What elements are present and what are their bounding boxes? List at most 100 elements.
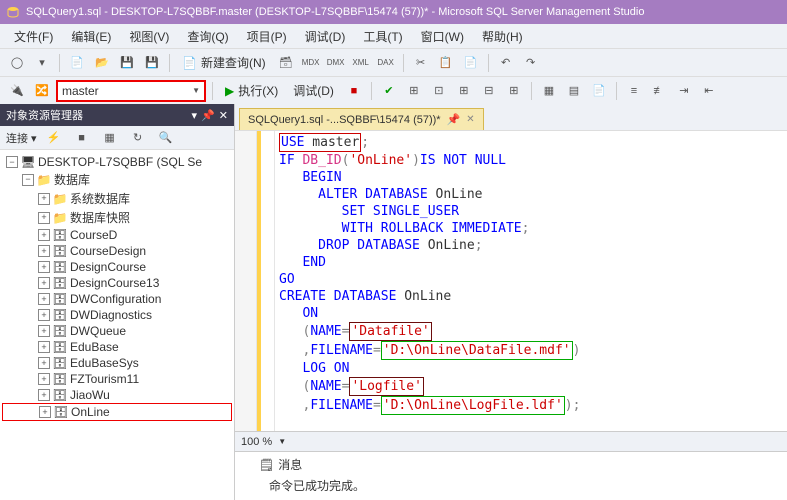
save-all-button[interactable]: 💾 (141, 52, 163, 74)
menu-project[interactable]: 项目(P) (239, 25, 295, 48)
menu-query[interactable]: 查询(Q) (179, 25, 236, 48)
results-file-icon[interactable]: 📄 (588, 80, 610, 102)
tree-snapshot-node[interactable]: +📁数据库快照 (2, 208, 232, 227)
cut-button[interactable]: ✂ (410, 52, 432, 74)
menu-debug[interactable]: 调试(D) (297, 25, 354, 48)
db-query-icon[interactable]: 🗃 (275, 52, 297, 74)
open-button[interactable]: 📂 (91, 52, 113, 74)
tree-db-coursedesign[interactable]: +🗄CourseDesign (2, 243, 232, 259)
menu-help[interactable]: 帮助(H) (474, 25, 531, 48)
expand-icon[interactable]: + (38, 277, 50, 289)
file-tab-sqlquery1[interactable]: SQLQuery1.sql -...SQBBF\15474 (57))* 📌 ✕ (239, 108, 484, 130)
debug-button[interactable]: 调试(D) (287, 79, 340, 102)
est-plan-icon[interactable]: ⊞ (403, 80, 425, 102)
outdent-icon[interactable]: ⇤ (698, 80, 720, 102)
redo-button[interactable]: ↷ (520, 52, 542, 74)
menu-edit[interactable]: 编辑(E) (63, 25, 119, 48)
tree-sysdb-node[interactable]: +📁系统数据库 (2, 189, 232, 208)
indent-icon[interactable]: ⇥ (673, 80, 695, 102)
tree-db-dwdiag[interactable]: +🗄DWDiagnostics (2, 307, 232, 323)
expand-icon[interactable]: + (38, 229, 50, 241)
messages-tab[interactable]: 🗒 消息 (259, 456, 763, 475)
xmla-icon[interactable]: XML (350, 52, 372, 74)
editor-tabstrip: SQLQuery1.sql -...SQBBF\15474 (57))* 📌 ✕ (235, 104, 787, 130)
expand-icon[interactable]: + (38, 261, 50, 273)
expand-icon[interactable]: + (38, 212, 50, 224)
tree-databases-node[interactable]: − 📁 数据库 (2, 170, 232, 189)
save-button[interactable]: 💾 (116, 52, 138, 74)
expand-icon[interactable]: + (38, 193, 50, 205)
tree-db-dwconfig[interactable]: +🗄DWConfiguration (2, 291, 232, 307)
nav-fwd-button[interactable]: ▾ (31, 52, 53, 74)
tree-db-fztourism[interactable]: +🗄FZTourism11 (2, 371, 232, 387)
mdx-icon[interactable]: MDX (300, 52, 322, 74)
code-text[interactable]: USE master; IF DB_ID('OnLine')IS NOT NUL… (275, 131, 787, 431)
stop-button[interactable]: ■ (343, 80, 365, 102)
chevron-down-icon[interactable]: ▼ (278, 437, 286, 446)
refresh-icon[interactable]: ↻ (127, 127, 149, 149)
zoom-bar: 100 % ▼ (235, 431, 787, 451)
change-conn-icon[interactable]: 🔀 (31, 80, 53, 102)
dropdown-icon[interactable]: ▾ (192, 109, 198, 122)
comment-icon[interactable]: ≡ (623, 80, 645, 102)
execute-button[interactable]: ▶ 执行(X) (219, 79, 284, 102)
connect-icon[interactable]: 🔌 (6, 80, 28, 102)
results-grid-icon[interactable]: ▦ (538, 80, 560, 102)
expand-icon[interactable]: + (39, 406, 51, 418)
tree-db-coursed[interactable]: +🗄CourseD (2, 227, 232, 243)
copy-button[interactable]: 📋 (435, 52, 457, 74)
database-combo[interactable]: master ▼ (56, 80, 206, 102)
collapse-icon[interactable]: − (6, 156, 18, 168)
tree-db-designcourse[interactable]: +🗄DesignCourse (2, 259, 232, 275)
disconnect-icon[interactable]: ⚡ (43, 127, 65, 149)
tree-server-node[interactable]: − 🖥 DESKTOP-L7SQBBF (SQL Se (2, 154, 232, 170)
expand-icon[interactable]: + (38, 245, 50, 257)
pin-icon[interactable]: 📌 (447, 113, 461, 126)
connect-button[interactable]: 连接 ▾ (6, 130, 37, 146)
expand-icon[interactable]: + (38, 357, 50, 369)
actual-plan-icon[interactable]: ⊟ (478, 80, 500, 102)
uncomment-icon[interactable]: ≢ (648, 80, 670, 102)
stop-icon[interactable]: ■ (71, 127, 93, 149)
results-text-icon[interactable]: ▤ (563, 80, 585, 102)
menu-tools[interactable]: 工具(T) (355, 25, 410, 48)
stats-icon[interactable]: ⊞ (503, 80, 525, 102)
editor-area: SQLQuery1.sql -...SQBBF\15474 (57))* 📌 ✕… (235, 104, 787, 500)
tree-db-designcourse13[interactable]: +🗄DesignCourse13 (2, 275, 232, 291)
new-query-button[interactable]: 📄 新建查询(N) (176, 51, 272, 74)
paste-button[interactable]: 📄 (460, 52, 482, 74)
dmx-icon[interactable]: DMX (325, 52, 347, 74)
query-options-icon[interactable]: ⊡ (428, 80, 450, 102)
tree-db-jiaowu[interactable]: +🗄JiaoWu (2, 387, 232, 403)
undo-button[interactable]: ↶ (495, 52, 517, 74)
filter-icon[interactable]: ▦ (99, 127, 121, 149)
tree-db-dwqueue[interactable]: +🗄DWQueue (2, 323, 232, 339)
intellisense-icon[interactable]: ⊞ (453, 80, 475, 102)
search-icon[interactable]: 🔍 (155, 127, 177, 149)
expand-icon[interactable]: + (38, 293, 50, 305)
object-tree[interactable]: − 🖥 DESKTOP-L7SQBBF (SQL Se − 📁 数据库 +📁系统… (0, 150, 234, 500)
server-icon: 🖥 (21, 155, 35, 169)
expand-icon[interactable]: + (38, 373, 50, 385)
menu-file[interactable]: 文件(F) (6, 25, 61, 48)
new-button[interactable]: 📄 (66, 52, 88, 74)
expand-icon[interactable]: + (38, 389, 50, 401)
expand-icon[interactable]: + (38, 309, 50, 321)
database-icon: 🗄 (53, 260, 67, 274)
tree-db-edubasesys[interactable]: +🗄EduBaseSys (2, 355, 232, 371)
close-icon[interactable]: ✕ (466, 114, 474, 125)
pin-icon[interactable]: 📌 (201, 109, 215, 122)
expand-icon[interactable]: + (38, 341, 50, 353)
dax-icon[interactable]: DAX (375, 52, 397, 74)
expand-icon[interactable]: + (38, 325, 50, 337)
menu-view[interactable]: 视图(V) (121, 25, 177, 48)
nav-back-button[interactable]: ◯ (6, 52, 28, 74)
tree-db-online[interactable]: +🗄OnLine (2, 403, 232, 421)
code-editor[interactable]: USE master; IF DB_ID('OnLine')IS NOT NUL… (235, 130, 787, 431)
menu-window[interactable]: 窗口(W) (413, 25, 472, 48)
zoom-level[interactable]: 100 % (241, 436, 272, 448)
close-icon[interactable]: ✕ (219, 109, 228, 122)
parse-button[interactable]: ✔ (378, 80, 400, 102)
collapse-icon[interactable]: − (22, 174, 34, 186)
tree-db-edubase[interactable]: +🗄EduBase (2, 339, 232, 355)
